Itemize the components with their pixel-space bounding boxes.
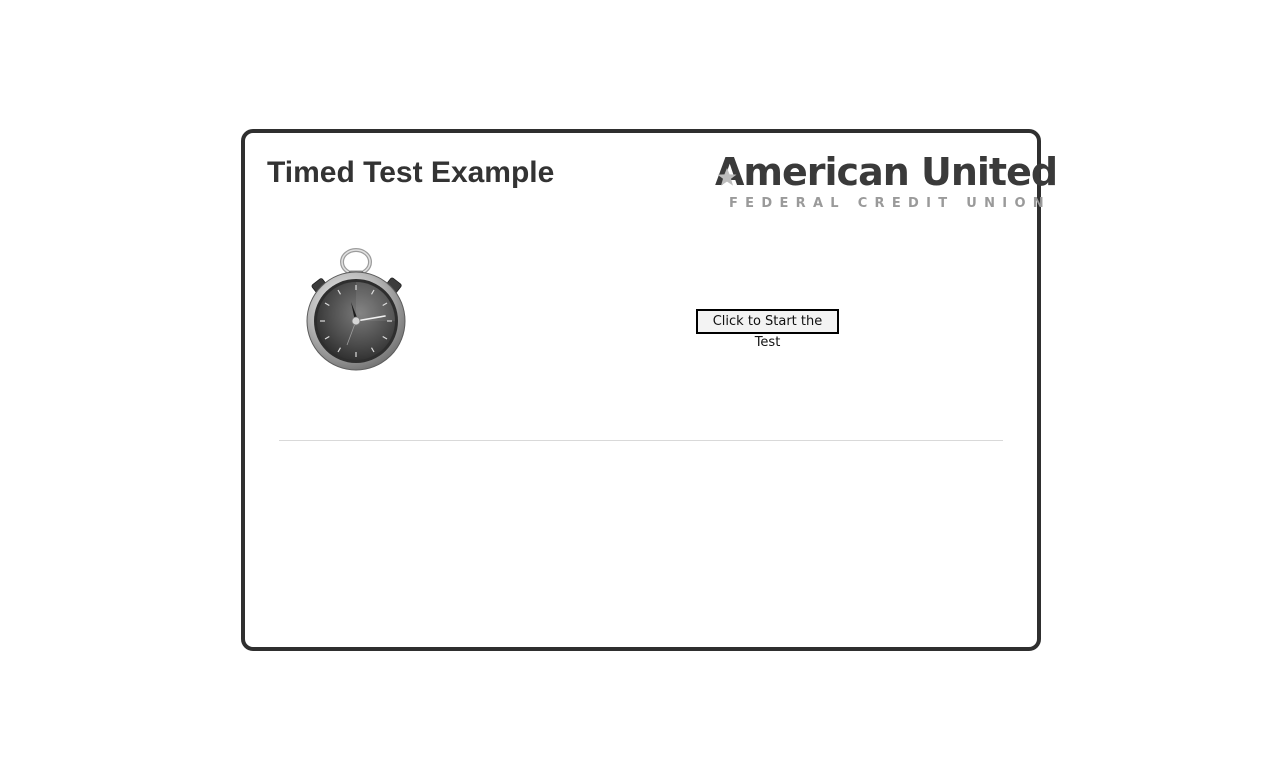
logo-name: American United xyxy=(715,150,1058,194)
divider xyxy=(279,440,1003,441)
stopwatch-icon xyxy=(306,248,406,371)
page-title: Timed Test Example xyxy=(267,156,555,189)
start-test-button[interactable]: Click to Start the Test xyxy=(696,309,839,350)
star-icon xyxy=(717,168,737,186)
page: Timed Test Example American United FEDER… xyxy=(0,0,1280,780)
test-card: Timed Test Example American United FEDER… xyxy=(241,129,1058,651)
american-united-logo: American United FEDERAL CREDIT UNION xyxy=(713,149,1058,211)
logo-subtitle: FEDERAL CREDIT UNION xyxy=(729,196,1051,211)
